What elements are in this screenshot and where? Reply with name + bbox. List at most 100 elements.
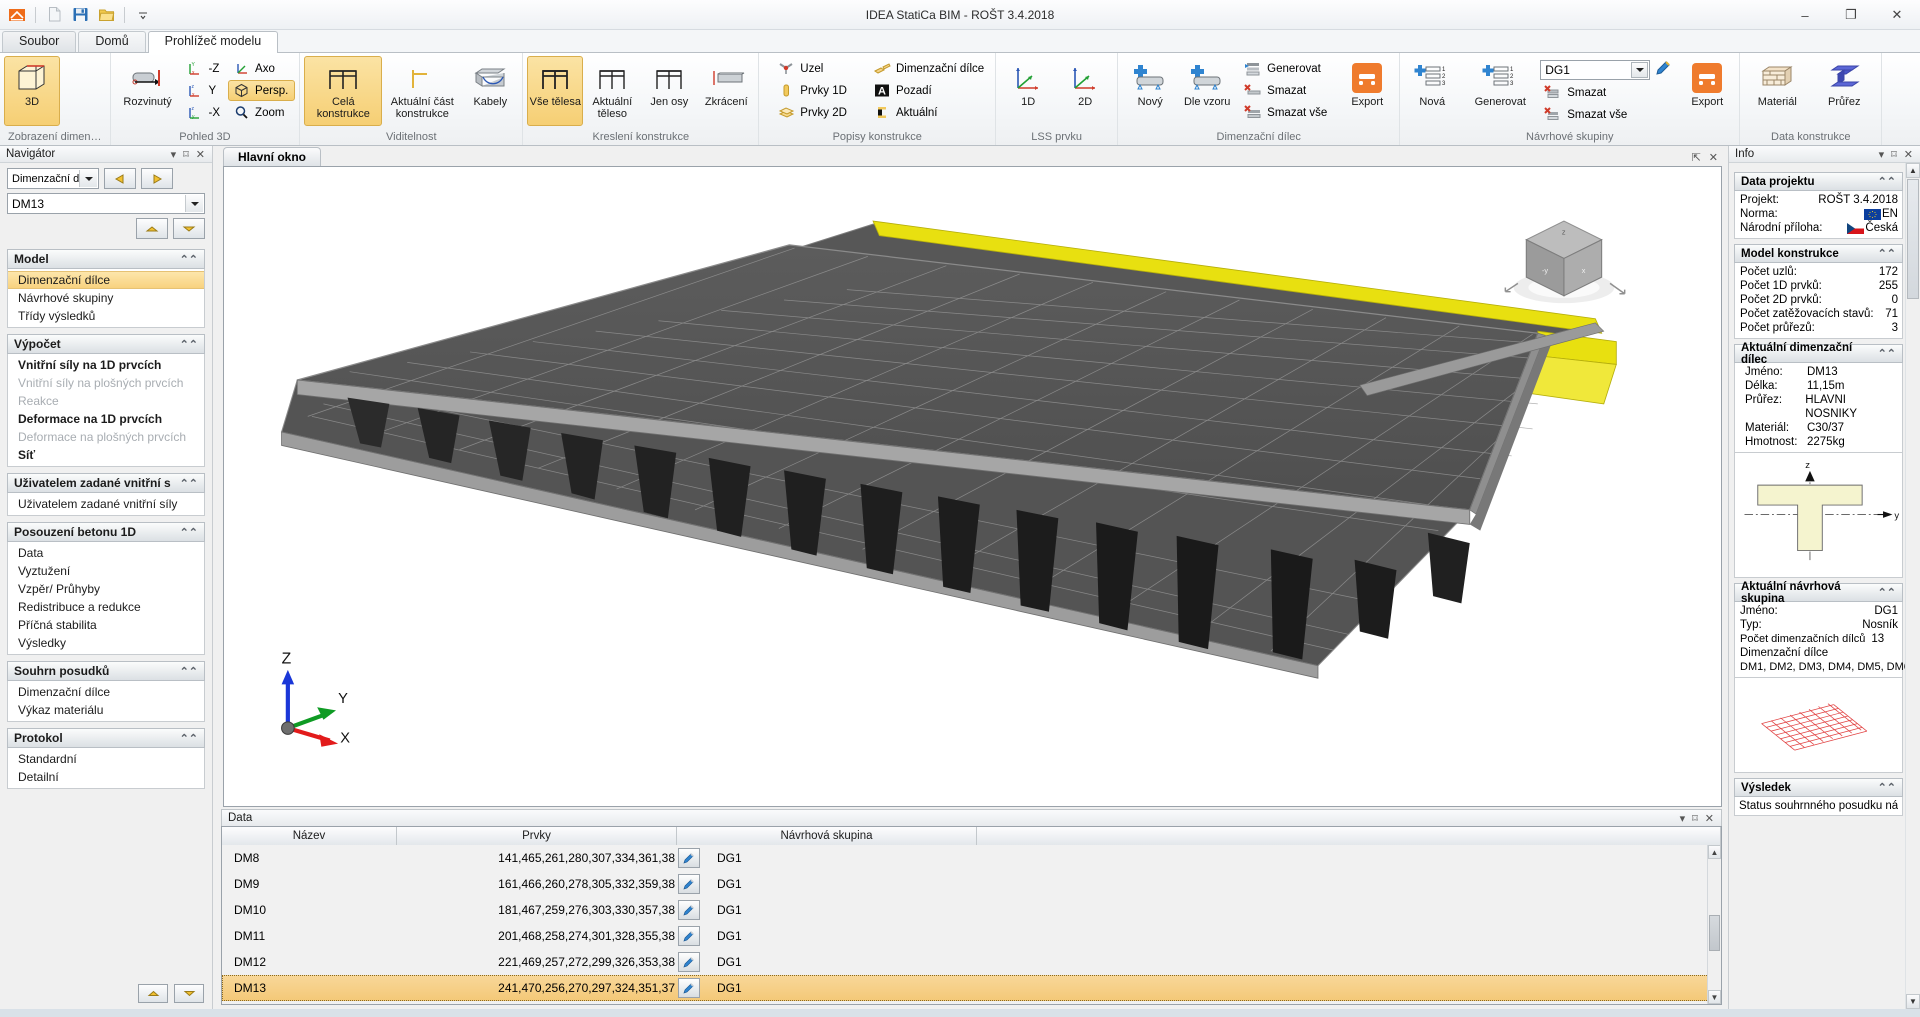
button-pozadi[interactable]: A Pozadí (869, 80, 991, 101)
button-export-dimenzacni[interactable]: Export (1339, 56, 1395, 126)
close-button[interactable]: ✕ (1874, 0, 1920, 30)
chevron-up-icon[interactable]: ⌃⌃ (180, 526, 198, 539)
minimize-button[interactable]: – (1782, 0, 1828, 30)
chevron-down-icon[interactable] (79, 170, 97, 187)
section-header-uzivatelem[interactable]: Uživatelem zadané vnitřní s ⌃⌃ (7, 473, 205, 493)
close-icon[interactable]: ✕ (196, 148, 205, 161)
next-member-button[interactable] (141, 168, 173, 189)
sidebar-item-data[interactable]: Data (8, 544, 204, 562)
float-icon[interactable]: ⇱ (1692, 151, 1701, 164)
section-header-posouzeni[interactable]: Posouzení betonu 1D ⌃⌃ (7, 522, 205, 542)
button-dle-vzoru[interactable]: Dle vzoru (1179, 56, 1235, 126)
button-rozvinuty[interactable]: Rozvinutý (115, 56, 181, 126)
maximize-button[interactable]: ❐ (1828, 0, 1874, 30)
chevron-up-icon[interactable]: ⌃⌃ (1878, 175, 1896, 188)
sidebar-item-deformace-1d[interactable]: Deformace na 1D prvcích (8, 410, 204, 428)
column-header-nazev[interactable]: Název (222, 827, 397, 845)
info-header-data-projektu[interactable]: Data projektu ⌃⌃ (1734, 172, 1903, 191)
chevron-up-icon[interactable]: ⌃⌃ (1878, 586, 1896, 599)
scrollbar-thumb[interactable] (1709, 915, 1720, 951)
button-persp[interactable]: Persp. (228, 80, 295, 101)
column-header-prvky[interactable]: Prvky (397, 827, 677, 845)
button-zkraceni[interactable]: Zkrácení (698, 56, 754, 126)
button-uzel[interactable]: Uzel (773, 58, 854, 79)
button-3d[interactable]: 3D (4, 56, 60, 126)
button-novy[interactable]: Nový (1122, 56, 1178, 126)
button-aktualni-teleso[interactable]: Aktuální těleso (584, 56, 640, 126)
button-kabely[interactable]: Kabely (462, 56, 518, 126)
button-nova-skupina[interactable]: 123 Nová (1404, 56, 1460, 126)
navigator-item-combo[interactable]: DM13 (7, 193, 205, 214)
sidebar-item-dimenzacni-dilce[interactable]: Dimenzační dílce (8, 271, 204, 289)
chevron-up-icon[interactable]: ⌃⌃ (180, 665, 198, 678)
table-row[interactable]: DM13 241,470,256,270,297,324,351,37 DG1 (222, 975, 1721, 1001)
close-icon[interactable]: ✕ (1904, 148, 1913, 161)
row-edit-button[interactable] (678, 926, 700, 946)
sidebar-item-pricna-stabilita[interactable]: Příčná stabilita (8, 616, 204, 634)
button-lss-1d[interactable]: 1D (1000, 56, 1056, 126)
button-cela-konstrukce[interactable]: Celá konstrukce (304, 56, 382, 126)
column-header-empty[interactable] (977, 827, 1721, 845)
app-logo-icon[interactable] (6, 4, 28, 26)
sidebar-item-vyztuzeni[interactable]: Vyztužení (8, 562, 204, 580)
sidebar-item-vysledky[interactable]: Výsledky (8, 634, 204, 652)
nav-scroll-down-button[interactable] (174, 984, 204, 1003)
tab-domu[interactable]: Domů (78, 31, 145, 52)
scroll-down-icon[interactable]: ▼ (1906, 994, 1920, 1009)
open-icon[interactable] (95, 4, 117, 26)
button-jen-osy[interactable]: Jen osy (641, 56, 697, 126)
nav-scroll-up-button[interactable] (138, 984, 168, 1003)
info-header-aktualni-skupina[interactable]: Aktuální návrhová skupina ⌃⌃ (1734, 583, 1903, 602)
chevron-up-icon[interactable]: ⌃⌃ (180, 477, 198, 490)
chevron-down-icon[interactable] (185, 195, 203, 212)
sidebar-item-sit[interactable]: Síť (8, 446, 204, 464)
row-edit-button[interactable] (678, 952, 700, 972)
button-export-skupiny[interactable]: Export (1679, 56, 1735, 126)
sidebar-item-souhrn-dimenzacni-dilce[interactable]: Dimenzační dílce (8, 683, 204, 701)
button-smazat-vse-skupiny[interactable]: Smazat vše (1540, 104, 1672, 125)
button-dimenzacni-dilce[interactable]: Dimenzační dílce (869, 58, 991, 79)
sidebar-item-detailni[interactable]: Detailní (8, 768, 204, 786)
prev-member-button[interactable] (104, 168, 136, 189)
new-icon[interactable] (43, 4, 65, 26)
button-aktualni-cast[interactable]: Aktuální část konstrukce (383, 56, 461, 126)
pin-icon[interactable]: ⌑ (183, 148, 189, 161)
button-aktualni[interactable]: Aktuální (869, 102, 991, 123)
data-grid-scrollbar[interactable]: ▲ ▼ (1707, 845, 1721, 1004)
sidebar-item-vzper-pruhyby[interactable]: Vzpěr/ Průhyby (8, 580, 204, 598)
button-prvky-1d[interactable]: Prvky 1D (773, 80, 854, 101)
button-prvky-2d[interactable]: Prvky 2D (773, 102, 854, 123)
move-up-button[interactable] (136, 218, 168, 239)
info-header-model-konstrukce[interactable]: Model konstrukce ⌃⌃ (1734, 244, 1903, 263)
chevron-up-icon[interactable]: ⌃⌃ (180, 338, 198, 351)
button-generovat[interactable]: Generovat (1240, 58, 1334, 79)
table-row[interactable]: DM9 161,466,260,278,305,332,359,38 DG1 (222, 871, 1721, 897)
chevron-up-icon[interactable]: ⌃⌃ (180, 732, 198, 745)
button-material[interactable]: Materiál (1744, 56, 1810, 126)
table-row[interactable]: DM8 141,465,261,280,307,334,361,38 DG1 (222, 845, 1721, 871)
pin-icon[interactable]: ⌑ (1692, 812, 1698, 825)
scroll-down-icon[interactable]: ▼ (1708, 990, 1721, 1004)
button-smazat[interactable]: Smazat (1240, 80, 1334, 101)
sidebar-item-tridy-vysledku[interactable]: Třídy výsledků (8, 307, 204, 325)
save-icon[interactable] (69, 4, 91, 26)
chevron-up-icon[interactable]: ⌃⌃ (1878, 247, 1896, 260)
scroll-up-icon[interactable]: ▲ (1906, 163, 1920, 178)
design-group-combo[interactable]: DG1 (1540, 60, 1650, 80)
info-header-vysledek[interactable]: Výsledek ⌃⌃ (1734, 778, 1903, 797)
tab-soubor[interactable]: Soubor (2, 31, 76, 52)
row-edit-button[interactable] (678, 848, 700, 868)
button-vse-telesa[interactable]: Vše tělesa (527, 56, 583, 126)
chevron-down-icon[interactable]: ▾ (1879, 148, 1885, 161)
row-edit-button[interactable] (678, 900, 700, 920)
chevron-down-icon[interactable]: ▾ (1680, 812, 1686, 825)
button-prurez[interactable]: Průřez (1811, 56, 1877, 126)
chevron-up-icon[interactable]: ⌃⌃ (1878, 347, 1896, 360)
pin-icon[interactable]: ⌑ (1891, 148, 1897, 161)
sidebar-item-vykaz-materialu[interactable]: Výkaz materiálu (8, 701, 204, 719)
close-icon[interactable]: ✕ (1705, 812, 1714, 825)
navigator-type-combo[interactable]: Dimenzační dílec (7, 168, 99, 189)
move-down-button[interactable] (173, 218, 205, 239)
info-header-aktualni-dilec[interactable]: Aktuální dimenzační dílec ⌃⌃ (1734, 344, 1903, 363)
chevron-up-icon[interactable]: ⌃⌃ (180, 253, 198, 266)
